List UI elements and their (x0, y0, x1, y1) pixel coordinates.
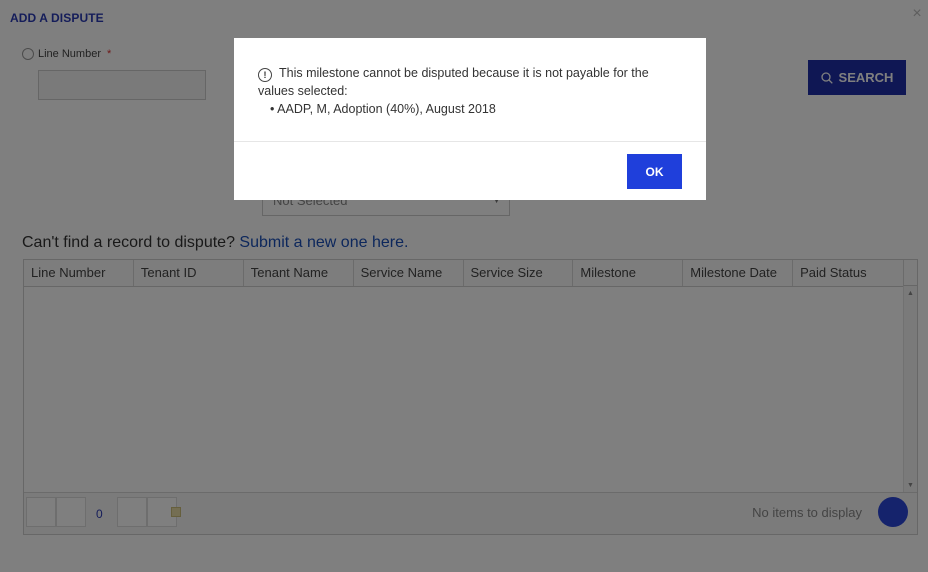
alert-list-item: • AADP, M, Adoption (40%), August 2018 (270, 102, 496, 116)
divider (234, 141, 706, 142)
alert-body: ! This milestone cannot be disputed becau… (258, 64, 668, 118)
alert-message: This milestone cannot be disputed becaus… (258, 66, 649, 98)
alert-item-text: AADP, M, Adoption (40%), August 2018 (277, 102, 496, 116)
ok-button[interactable]: OK (627, 154, 682, 189)
alert-dialog: ! This milestone cannot be disputed becau… (234, 38, 706, 200)
info-icon: ! (258, 68, 272, 82)
